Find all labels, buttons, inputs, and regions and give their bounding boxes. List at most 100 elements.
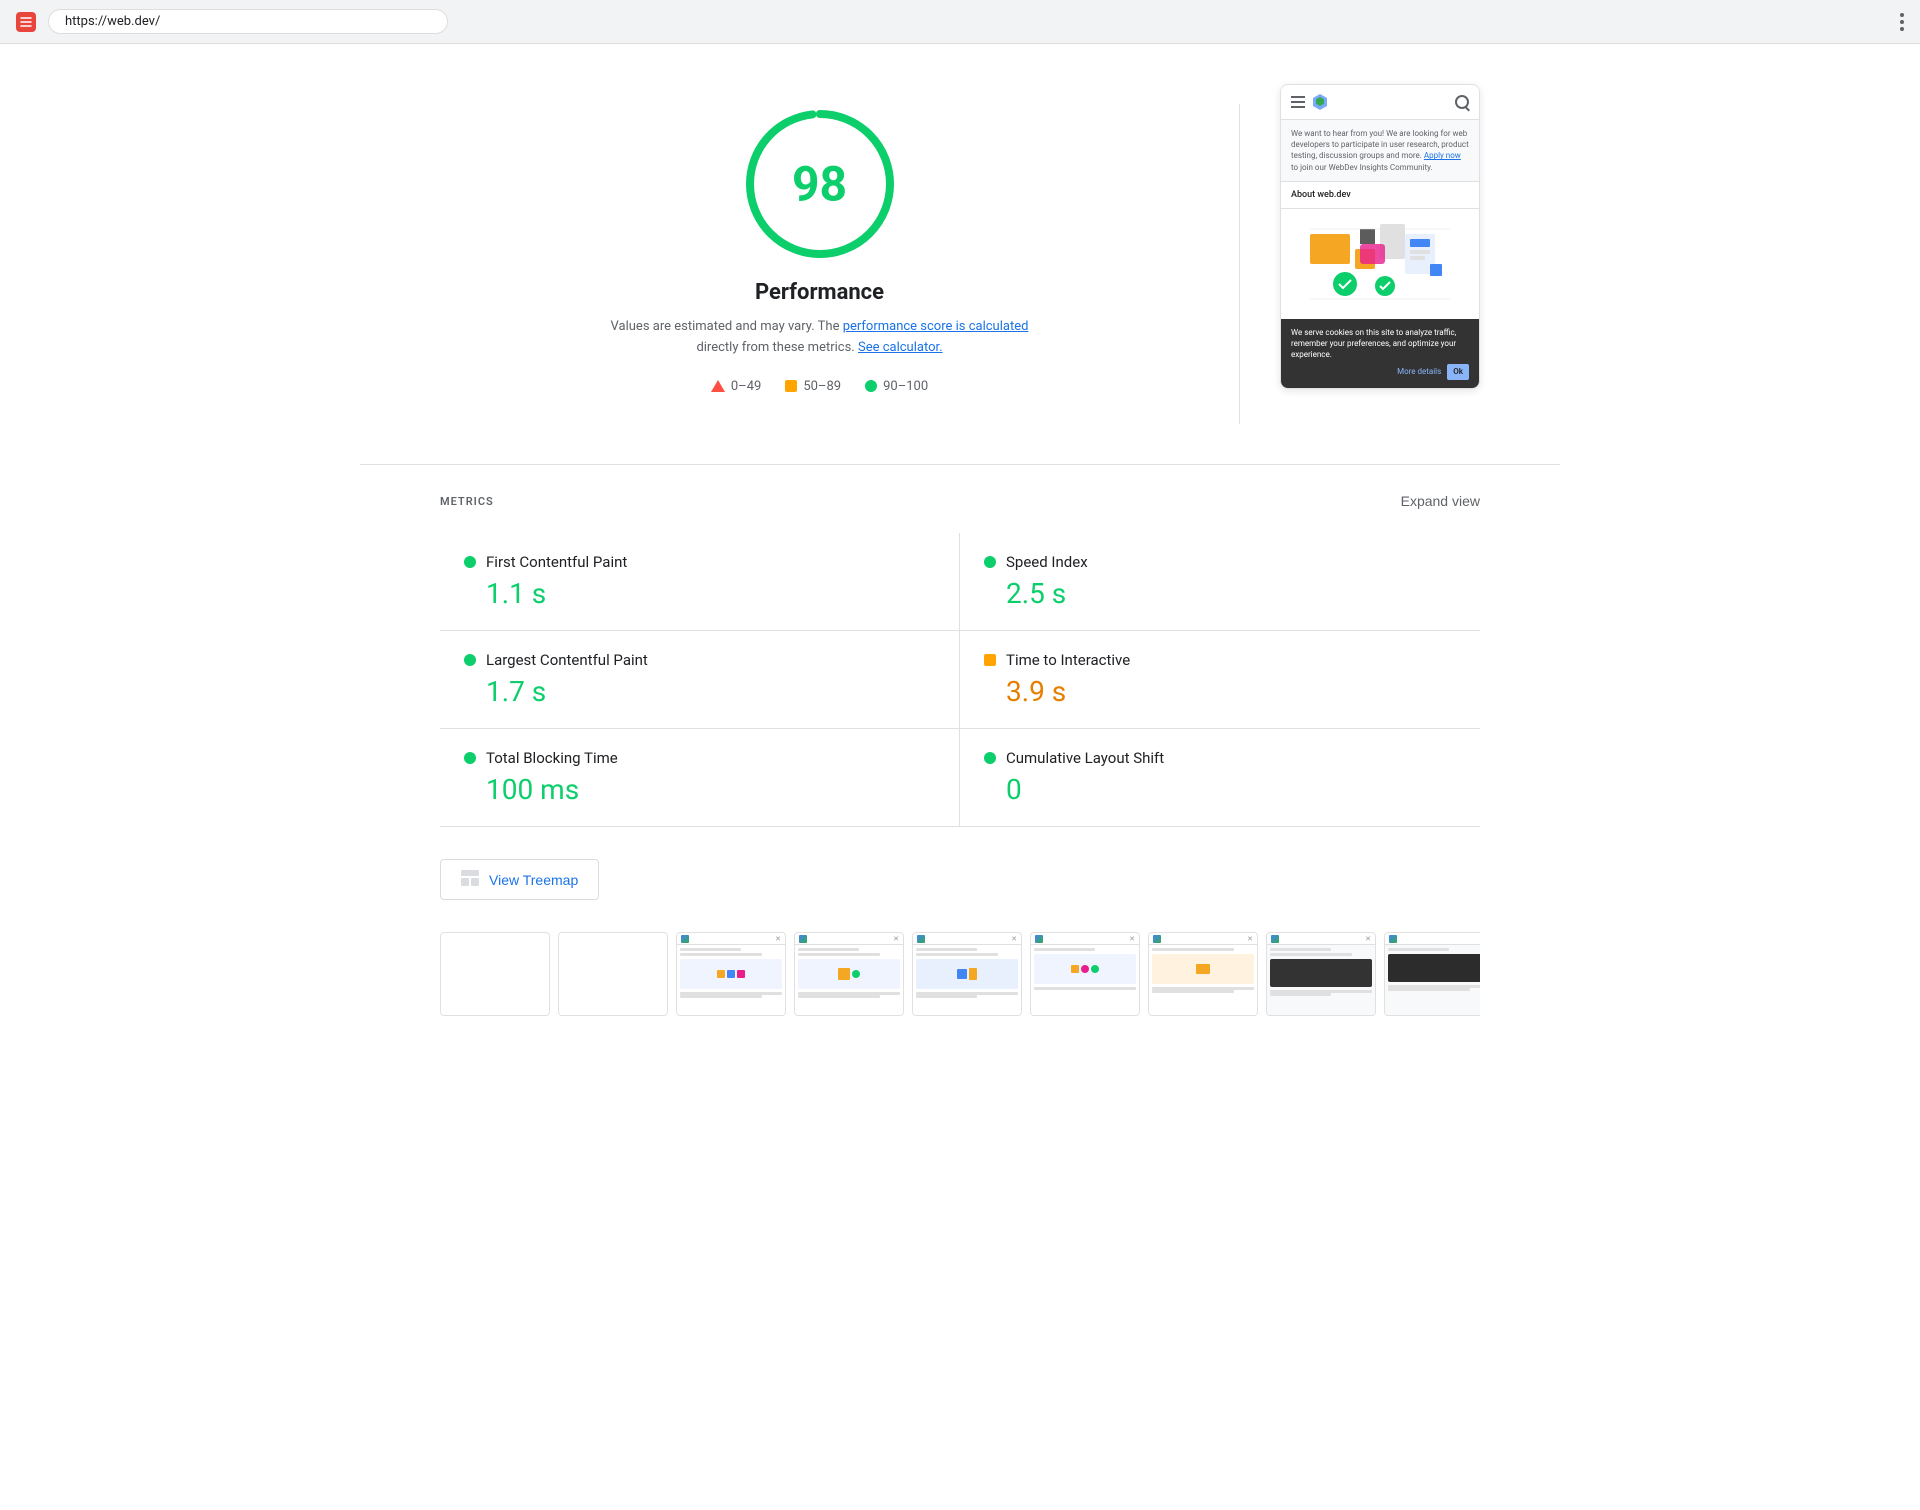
- hamburger-icon[interactable]: [1291, 96, 1305, 108]
- apply-link[interactable]: Apply now: [1424, 151, 1461, 160]
- browser-menu-icon[interactable]: [1900, 13, 1904, 31]
- filmstrip-frame-4: ✕: [794, 932, 904, 1016]
- metric-total-blocking-time: Total Blocking Time 100 ms: [440, 729, 960, 827]
- metric-fcp-value: 1.1 s: [486, 577, 935, 610]
- filmstrip-close-icon-7: ✕: [1247, 935, 1253, 943]
- orange-square-icon: [785, 380, 797, 392]
- metric-first-contentful-paint: First Contentful Paint 1.1 s: [440, 533, 960, 631]
- filmstrip-close-icon-4: ✕: [893, 935, 899, 943]
- score-circle: 98: [740, 104, 900, 264]
- metric-si-name: Speed Index: [1006, 553, 1088, 571]
- metric-cls-name: Cumulative Layout Shift: [1006, 749, 1164, 767]
- filmstrip-close-icon-8: ✕: [1365, 935, 1371, 943]
- filmstrip-logo-icon-4: [799, 935, 807, 943]
- banner-end-text: to join our WebDev Insights Community.: [1291, 163, 1433, 172]
- filmstrip-frame-empty-2: [558, 932, 668, 1016]
- legend-range-orange: 50–89: [803, 379, 841, 394]
- metric-tti-header: Time to Interactive: [984, 651, 1456, 669]
- metric-tti-status-dot: [984, 654, 996, 666]
- legend-item-orange: 50–89: [785, 379, 841, 394]
- metric-tti-value: 3.9 s: [1006, 675, 1456, 708]
- search-icon[interactable]: [1455, 95, 1469, 109]
- filmstrip-frame-9: ✕: [1384, 932, 1480, 1016]
- treemap-section: View Treemap: [440, 859, 1480, 900]
- green-circle-icon: [865, 380, 877, 392]
- metric-speed-index: Speed Index 2.5 s: [960, 533, 1480, 631]
- filmstrip-close-icon: ✕: [775, 935, 781, 943]
- url-bar[interactable]: https://web.dev/: [48, 9, 448, 34]
- legend-range-red: 0–49: [731, 379, 761, 394]
- filmstrip-frame-empty-1: [440, 932, 550, 1016]
- cookie-buttons: More details Ok: [1291, 364, 1469, 379]
- score-title: Performance: [755, 280, 884, 305]
- legend-range-green: 90–100: [883, 379, 928, 394]
- banner-link-text: Apply now: [1424, 151, 1461, 160]
- filmstrip-logo-icon-6: [1035, 935, 1043, 943]
- filmstrip-logo-icon: [681, 935, 689, 943]
- metric-cls-header: Cumulative Layout Shift: [984, 749, 1456, 767]
- calculator-link[interactable]: See calculator.: [858, 340, 943, 355]
- screenshot-about-label: About web.dev: [1281, 182, 1479, 209]
- filmstrip-frame-5: ✕: [912, 932, 1022, 1016]
- metric-tbt-value: 100 ms: [486, 773, 935, 806]
- metric-largest-contentful-paint: Largest Contentful Paint 1.7 s: [440, 631, 960, 729]
- metric-fcp-status-dot: [464, 556, 476, 568]
- cookie-text: We serve cookies on this site to analyze…: [1291, 328, 1456, 359]
- legend-item-red: 0–49: [711, 379, 761, 394]
- filmstrip-frame-8: ✕: [1266, 932, 1376, 1016]
- metrics-label: METRICS: [440, 495, 494, 508]
- metric-lcp-header: Largest Contentful Paint: [464, 651, 935, 669]
- webdev-logo-icon: [1311, 93, 1329, 111]
- metric-time-to-interactive: Time to Interactive 3.9 s: [960, 631, 1480, 729]
- filmstrip-frame-6: ✕: [1030, 932, 1140, 1016]
- metric-tti-name: Time to Interactive: [1006, 651, 1130, 669]
- treemap-label: View Treemap: [489, 872, 578, 888]
- cookie-more-details-link[interactable]: More details: [1397, 366, 1441, 377]
- screenshot-toolbar: [1281, 85, 1479, 120]
- filmstrip-logo-icon-7: [1153, 935, 1161, 943]
- score-value: 98: [792, 156, 847, 213]
- metric-lcp-value: 1.7 s: [486, 675, 935, 708]
- filmstrip[interactable]: ✕: [440, 932, 1480, 1024]
- screenshot-banner: We want to hear from you! We are looking…: [1281, 120, 1479, 182]
- browser-chrome: https://web.dev/: [0, 0, 1920, 44]
- score-desc-text: Values are estimated and may vary. The: [611, 319, 843, 334]
- metric-si-status-dot: [984, 556, 996, 568]
- treemap-icon: [461, 870, 479, 889]
- legend-item-green: 90–100: [865, 379, 928, 394]
- top-section: 98 Performance Values are estimated and …: [440, 84, 1480, 424]
- score-description: Values are estimated and may vary. The p…: [610, 317, 1030, 359]
- metrics-grid: First Contentful Paint 1.1 s Speed Index…: [440, 533, 1480, 827]
- metric-tbt-name: Total Blocking Time: [486, 749, 618, 767]
- filmstrip-logo-icon-8: [1271, 935, 1279, 943]
- metric-tbt-status-dot: [464, 752, 476, 764]
- filmstrip-close-icon-5: ✕: [1011, 935, 1017, 943]
- screenshot-illustration: [1281, 209, 1479, 319]
- score-section: 98 Performance Values are estimated and …: [440, 84, 1199, 394]
- score-calc-link[interactable]: performance score is calculated: [843, 319, 1029, 334]
- score-legend: 0–49 50–89 90–100: [711, 379, 928, 394]
- metric-cls-status-dot: [984, 752, 996, 764]
- metric-fcp-header: First Contentful Paint: [464, 553, 935, 571]
- cookie-ok-button[interactable]: Ok: [1447, 364, 1469, 379]
- metric-si-header: Speed Index: [984, 553, 1456, 571]
- filmstrip-logo-icon-5: [917, 935, 925, 943]
- main-content: 98 Performance Values are estimated and …: [360, 44, 1560, 1064]
- metric-tbt-header: Total Blocking Time: [464, 749, 935, 767]
- metric-cumulative-layout-shift: Cumulative Layout Shift 0: [960, 729, 1480, 827]
- section-divider: [360, 464, 1560, 465]
- view-treemap-button[interactable]: View Treemap: [440, 859, 599, 900]
- screenshot-cookie-banner: We serve cookies on this site to analyze…: [1281, 319, 1479, 388]
- vertical-divider: [1239, 104, 1240, 424]
- filmstrip-logo-icon-9: [1389, 935, 1397, 943]
- expand-view-button[interactable]: Expand view: [1401, 493, 1480, 509]
- metric-lcp-status-dot: [464, 654, 476, 666]
- filmstrip-frame-3: ✕: [676, 932, 786, 1016]
- metrics-header: METRICS Expand view: [440, 493, 1480, 509]
- metric-fcp-name: First Contentful Paint: [486, 553, 627, 571]
- metric-si-value: 2.5 s: [1006, 577, 1456, 610]
- metric-cls-value: 0: [1006, 773, 1456, 806]
- screenshot-preview: We want to hear from you! We are looking…: [1280, 84, 1480, 389]
- browser-favicon: [16, 12, 36, 32]
- red-triangle-icon: [711, 380, 725, 392]
